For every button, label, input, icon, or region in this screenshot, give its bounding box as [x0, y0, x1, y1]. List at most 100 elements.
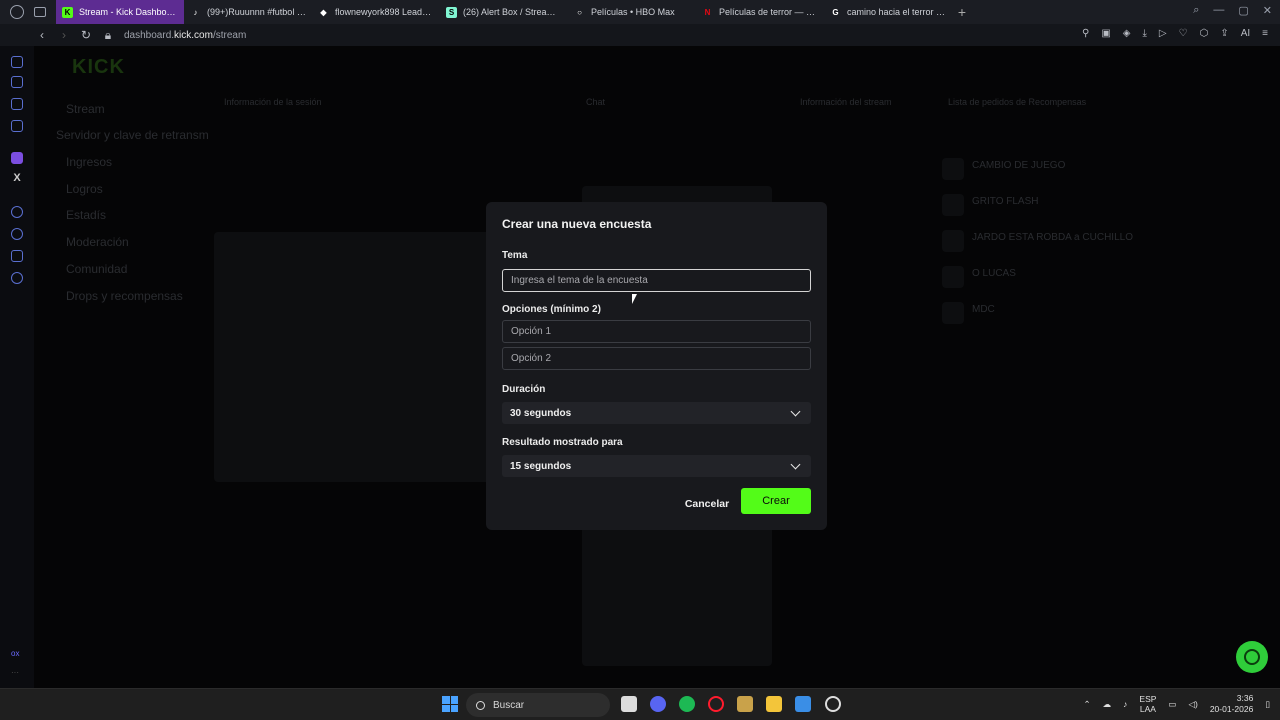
- extensions-icon[interactable]: ⬡: [1200, 28, 1209, 39]
- tab-streamlabs[interactable]: S (26) Alert Box / Streamlab: [440, 0, 568, 24]
- nav-achievements[interactable]: Logros: [66, 182, 103, 196]
- close-icon[interactable]: ✕: [1263, 4, 1272, 17]
- reward-item[interactable]: CAMBIO DE JUEGO: [972, 160, 1065, 171]
- create-button[interactable]: Crear: [741, 488, 811, 514]
- nav-drops[interactable]: Drops y recompensas: [66, 289, 183, 303]
- play-icon[interactable]: ▷: [1159, 28, 1167, 39]
- notifications-icon[interactable]: ▯: [1265, 699, 1270, 710]
- clock[interactable]: 3:36 20-01-2026: [1210, 693, 1253, 715]
- tab-label: (99+)Ruuunnn #futbol #ca: [207, 7, 306, 17]
- minimize-icon[interactable]: —: [1213, 4, 1224, 17]
- tab-menu-icon[interactable]: [34, 7, 46, 17]
- volume-icon[interactable]: ◁): [1188, 699, 1197, 710]
- bag-icon[interactable]: [11, 76, 23, 88]
- maximize-icon[interactable]: ▢: [1238, 4, 1248, 17]
- tab-netflix[interactable]: N Películas de terror — Netf: [696, 0, 824, 24]
- hbo-favicon-icon: ○: [577, 7, 582, 17]
- search-icon: [476, 700, 485, 710]
- browser-tab-strip: K Stream - Kick Dashboard ♪ (99+)Ruuunnn…: [0, 0, 1280, 24]
- aria-label[interactable]: ox: [11, 649, 19, 658]
- new-tab-button[interactable]: +: [952, 2, 972, 22]
- chevron-down-icon: [790, 459, 801, 469]
- option-1-placeholder: Opción 1: [511, 326, 552, 337]
- extensions-sidebar-icon[interactable]: [11, 250, 23, 262]
- opera-taskbar-icon[interactable]: [708, 696, 724, 712]
- tab-hbo-max[interactable]: ○ Películas • HBO Max: [568, 0, 696, 24]
- browser-menu-icon[interactable]: ≡: [1262, 28, 1268, 39]
- heart-icon[interactable]: ♡: [1179, 28, 1188, 39]
- share-icon[interactable]: ⇪: [1220, 28, 1228, 39]
- reward-item[interactable]: JARDO ESTA ROBDA a CUCHILLO: [972, 232, 1133, 243]
- taskbar-search[interactable]: Buscar: [466, 693, 610, 717]
- settings-taskbar-icon[interactable]: [825, 696, 841, 712]
- windows-start-icon[interactable]: [442, 696, 458, 712]
- opera-logo-icon[interactable]: [10, 5, 24, 19]
- modal-title: Crear una nueva encuesta: [502, 217, 652, 231]
- discord-icon[interactable]: [650, 696, 666, 712]
- topic-input[interactable]: Ingresa el tema de la encuesta: [502, 269, 811, 292]
- window-controls: ⌕ — ▢ ✕: [1193, 4, 1272, 17]
- messenger-icon[interactable]: [11, 98, 23, 110]
- opera-sidebar: X ox ···: [0, 46, 34, 688]
- language-indicator[interactable]: ESP LAA: [1139, 694, 1156, 714]
- result-duration-select[interactable]: 15 segundos: [502, 455, 811, 477]
- store-icon[interactable]: [795, 696, 811, 712]
- shield-icon[interactable]: ◈: [1123, 28, 1131, 39]
- nav-income[interactable]: Ingresos: [66, 155, 112, 169]
- back-icon[interactable]: ‹: [36, 28, 48, 42]
- forward-icon[interactable]: ›: [58, 28, 70, 42]
- spotify-icon[interactable]: [679, 696, 695, 712]
- tab-google-search[interactable]: G camino hacia el terror - Bu: [824, 0, 952, 24]
- x-icon[interactable]: X: [11, 172, 23, 184]
- reward-item[interactable]: GRITO FLASH: [972, 196, 1039, 207]
- taskbar-search-label: Buscar: [493, 699, 525, 711]
- tab-kick-dashboard[interactable]: K Stream - Kick Dashboard: [56, 0, 184, 24]
- streamlabs-favicon-icon: S: [446, 6, 457, 18]
- mail-icon[interactable]: [11, 120, 23, 132]
- reward-icon: [942, 266, 964, 288]
- app-icon[interactable]: [737, 696, 753, 712]
- topic-placeholder: Ingresa el tema de la encuesta: [511, 275, 648, 286]
- option-2-input[interactable]: Opción 2: [502, 347, 811, 370]
- clock-time: 3:36: [1236, 693, 1254, 703]
- pin-icon[interactable]: ⚲: [1082, 28, 1089, 39]
- search-tabs-icon[interactable]: ⌕: [1193, 4, 1199, 17]
- options-label: Opciones (mínimo 2): [502, 304, 601, 315]
- tab-leaderboard[interactable]: ◆ flownewyork898 LeaderB: [312, 0, 440, 24]
- nav-stream[interactable]: Stream: [66, 102, 105, 116]
- twitch-icon[interactable]: [11, 152, 23, 164]
- tab-tiktok[interactable]: ♪ (99+)Ruuunnn #futbol #ca: [184, 0, 312, 24]
- file-explorer-icon[interactable]: [766, 696, 782, 712]
- download-icon[interactable]: ⤓: [1142, 28, 1146, 39]
- reward-item[interactable]: MDC: [972, 304, 995, 315]
- mic-icon[interactable]: ♪: [1123, 699, 1127, 709]
- tab-label: (26) Alert Box / Streamlab: [463, 7, 562, 17]
- option-1-input[interactable]: Opción 1: [502, 320, 811, 343]
- browser-toolbar: ⚲ ▣ ◈ ⤓ ▷ ♡ ⬡ ⇪ AI ≡: [1082, 28, 1268, 39]
- create-poll-modal: Crear una nueva encuesta Tema Ingresa el…: [486, 202, 827, 530]
- ai-button[interactable]: AI: [1241, 28, 1250, 39]
- nav-stats[interactable]: Estadís: [66, 208, 106, 222]
- nav-server-key[interactable]: Servidor y clave de retransm: [56, 128, 209, 142]
- duration-select[interactable]: 30 segundos: [502, 402, 811, 424]
- chevron-up-icon[interactable]: ⌃: [1084, 699, 1091, 710]
- mouse-cursor-icon: [632, 294, 637, 304]
- task-view-icon[interactable]: [621, 696, 637, 712]
- network-icon[interactable]: ▭: [1168, 699, 1176, 710]
- player-icon[interactable]: [11, 206, 23, 218]
- headset-icon: [1244, 649, 1260, 665]
- reload-icon[interactable]: ↻: [80, 28, 92, 42]
- snapshot-icon[interactable]: ▣: [1101, 28, 1110, 39]
- option-2-placeholder: Opción 2: [511, 353, 552, 364]
- url-field[interactable]: dashboard.kick.com/stream: [124, 30, 246, 41]
- more-icon[interactable]: ···: [11, 668, 19, 677]
- settings-icon[interactable]: [11, 272, 23, 284]
- cloud-icon[interactable]: ☁: [1103, 699, 1112, 710]
- cancel-button[interactable]: Cancelar: [682, 491, 732, 517]
- nav-community[interactable]: Comunidad: [66, 262, 127, 276]
- nav-moderation[interactable]: Moderación: [66, 235, 129, 249]
- history-icon[interactable]: [11, 228, 23, 240]
- help-chat-button[interactable]: [1236, 641, 1268, 673]
- speed-dial-icon[interactable]: [11, 56, 23, 68]
- reward-item[interactable]: O LUCAS: [972, 268, 1016, 279]
